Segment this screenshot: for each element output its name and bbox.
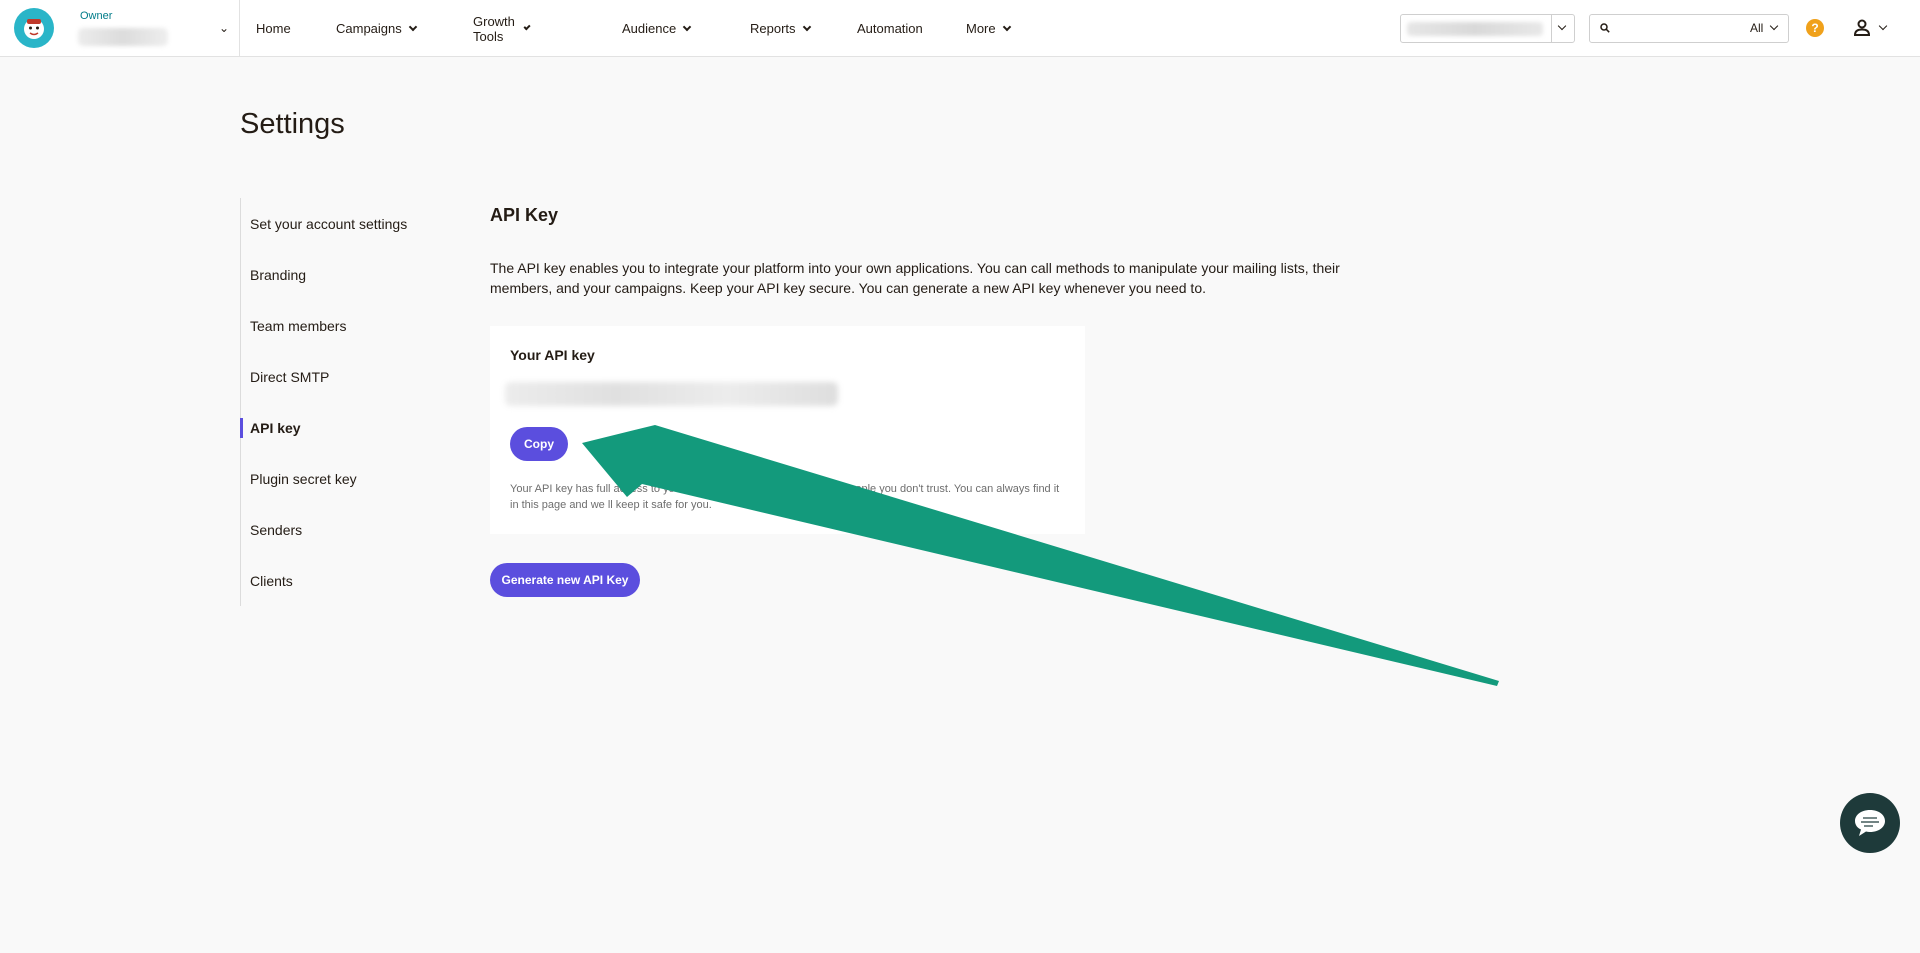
nav-more[interactable]: More [966,0,1011,57]
api-key-value-redacted [505,382,838,406]
chat-widget-button[interactable] [1840,793,1900,853]
sidebar-item-account-settings[interactable]: Set your account settings [241,198,430,249]
settings-sidebar: Set your account settings Branding Team … [240,198,430,606]
nav-growth-tools[interactable]: Growth Tools [473,0,531,57]
search-icon [1600,23,1610,33]
user-menu[interactable] [1852,18,1888,40]
account-role-label: Owner [80,10,113,22]
chevron-down-icon [408,22,418,31]
sidebar-item-api-key[interactable]: API key [240,402,430,453]
page-title: Settings [240,108,345,140]
chevron-down-icon [1002,22,1011,31]
api-key-card: Your API key Copy Your API key has full … [490,326,1085,534]
nav-home[interactable]: Home [256,0,291,57]
search-input[interactable] [1616,19,1726,39]
chevron-down-icon [1769,21,1779,31]
user-icon [1853,19,1871,36]
api-key-note: Your API key has full access to your acc… [510,483,1060,511]
organization-name-redacted [1407,22,1543,36]
nav-reports[interactable]: Reports [750,0,811,57]
top-navigation-bar: Owner ⌄ Home Campaigns Growth Tools Audi… [0,0,1920,57]
api-key-card-title: Your API key [510,347,595,363]
organization-select[interactable] [1400,14,1575,43]
nav-campaigns[interactable]: Campaigns [336,0,418,57]
sidebar-item-team-members[interactable]: Team members [241,300,430,351]
nav-automation[interactable]: Automation [857,0,923,57]
sidebar-item-clients[interactable]: Clients [241,555,430,606]
sidebar-item-branding[interactable]: Branding [241,249,430,300]
chevron-down-icon [1878,21,1888,31]
chevron-down-icon [523,22,531,31]
search-box: All [1589,14,1789,43]
api-key-description: The API key enables you to integrate you… [490,260,1340,296]
chevron-down-icon [1557,21,1567,31]
chat-icon [1855,810,1885,836]
section-title: API Key [490,205,559,225]
account-name-redacted [78,28,168,46]
account-switcher[interactable]: Owner ⌄ [72,0,240,57]
search-scope-select[interactable]: All [1750,21,1763,35]
generate-api-key-button[interactable]: Generate new API Key [490,563,640,597]
logo-icon[interactable] [14,8,54,48]
sidebar-item-plugin-secret-key[interactable]: Plugin secret key [241,453,430,504]
chevron-down-icon [682,22,692,31]
nav-audience[interactable]: Audience [622,0,692,57]
copy-button[interactable]: Copy [510,427,568,461]
chevron-down-icon: ⌄ [218,21,229,35]
sidebar-item-senders[interactable]: Senders [241,504,430,555]
sidebar-item-direct-smtp[interactable]: Direct SMTP [241,351,430,402]
help-icon[interactable]: ? [1806,19,1824,37]
chevron-down-icon [802,22,811,31]
